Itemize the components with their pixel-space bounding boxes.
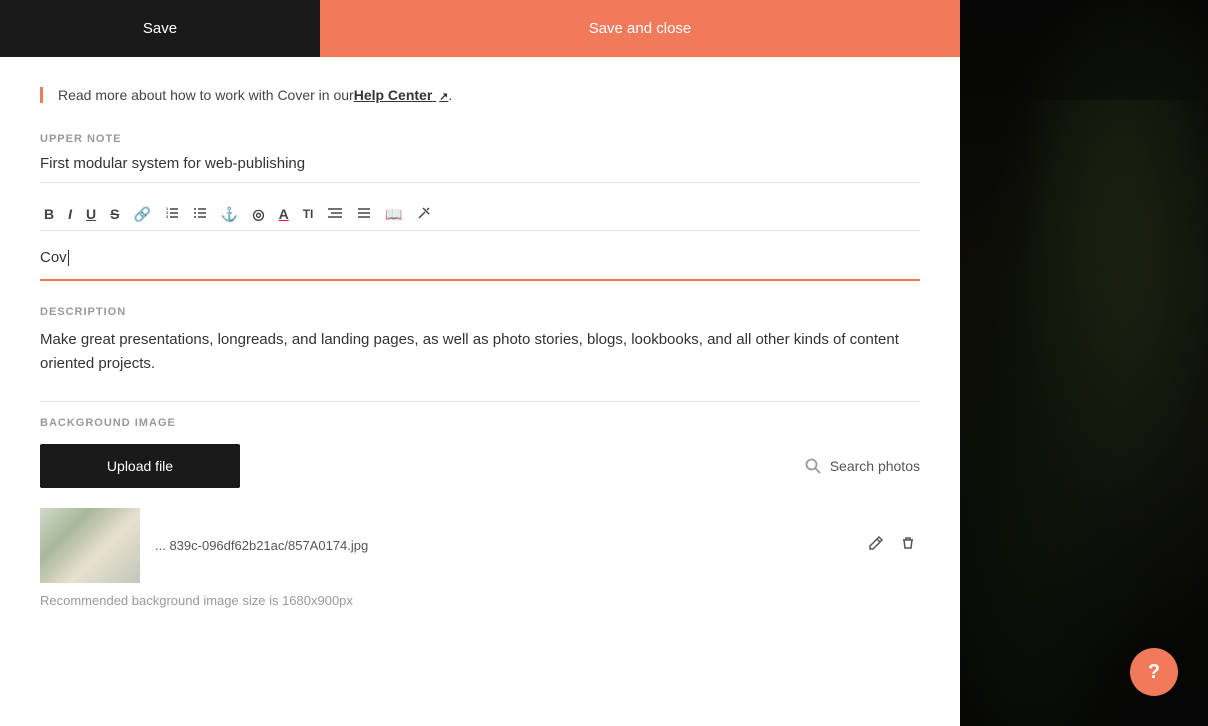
info-banner-text: Read more about how to work with Cover i… [58,87,354,103]
bg-image-controls: Upload file Search photos [40,444,920,488]
rte-font-color[interactable]: A [275,205,293,223]
rte-anchor[interactable]: ⚓ [217,205,242,223]
right-panel: ? [960,0,1208,726]
plant-silhouette [1018,100,1208,500]
rte-underline[interactable]: U [82,205,100,223]
rte-bold[interactable]: B [40,205,58,223]
search-photos-button[interactable]: Search photos [804,457,920,475]
rte-clear[interactable] [413,204,435,224]
rte-quote[interactable]: ◎ [248,205,268,223]
help-button[interactable]: ? [1130,648,1178,696]
save-close-button[interactable]: Save and close [320,0,960,57]
description-label: DESCRIPTION [40,306,920,318]
description-section: DESCRIPTION Make great presentations, lo… [40,306,920,376]
toolbar: Save Save and close [0,0,960,57]
help-center-link[interactable]: Help Center ↗ [354,87,449,103]
rte-ordered-list[interactable]: 1 2 3 [161,204,183,224]
editor-content: Cov [40,249,67,266]
save-button[interactable]: Save [0,0,320,57]
external-link-icon: ↗ [439,91,448,103]
image-preview-row: ... 839c-096df62b21ac/857A0174.jpg [40,508,920,583]
upper-note-label: UPPER NOTE [40,133,920,145]
rte-italic[interactable]: I [64,205,76,223]
image-thumbnail [40,508,140,583]
rte-strikethrough[interactable]: S [106,205,123,223]
upper-note-section: UPPER NOTE First modular system for web-… [40,133,920,281]
upload-file-button[interactable]: Upload file [40,444,240,488]
description-text: Make great presentations, longreads, and… [40,328,920,376]
search-photos-label: Search photos [830,458,920,474]
rte-unordered-list[interactable] [189,204,211,224]
image-actions [864,531,920,560]
rte-heading[interactable]: TI [299,206,318,222]
editor-area[interactable]: Cov [40,241,920,281]
image-filename: ... 839c-096df62b21ac/857A0174.jpg [155,538,849,553]
rte-book[interactable]: 📖 [381,205,406,223]
rte-align[interactable] [353,204,375,224]
delete-image-button[interactable] [896,531,920,560]
info-banner: Read more about how to work with Cover i… [40,87,920,103]
editor-cursor [68,250,69,266]
bg-image-label: BACKGROUND IMAGE [40,417,920,429]
left-panel: Save Save and close Read more about how … [0,0,960,726]
svg-text:3: 3 [166,214,169,219]
content-area: Read more about how to work with Cover i… [0,57,960,726]
bg-image-section: BACKGROUND IMAGE Upload file Search phot… [40,417,920,608]
rte-link[interactable]: 🔗 [129,205,154,223]
info-banner-suffix: . [448,87,452,103]
edit-image-button[interactable] [864,531,888,560]
image-thumb-inner [40,508,140,583]
rte-toolbar: B I U S 🔗 1 2 3 [40,198,920,231]
recommended-text: Recommended background image size is 168… [40,593,920,608]
rte-indent[interactable] [323,204,347,224]
search-icon [804,457,822,475]
upper-note-value: First modular system for web-publishing [40,155,920,172]
help-icon: ? [1148,661,1160,684]
